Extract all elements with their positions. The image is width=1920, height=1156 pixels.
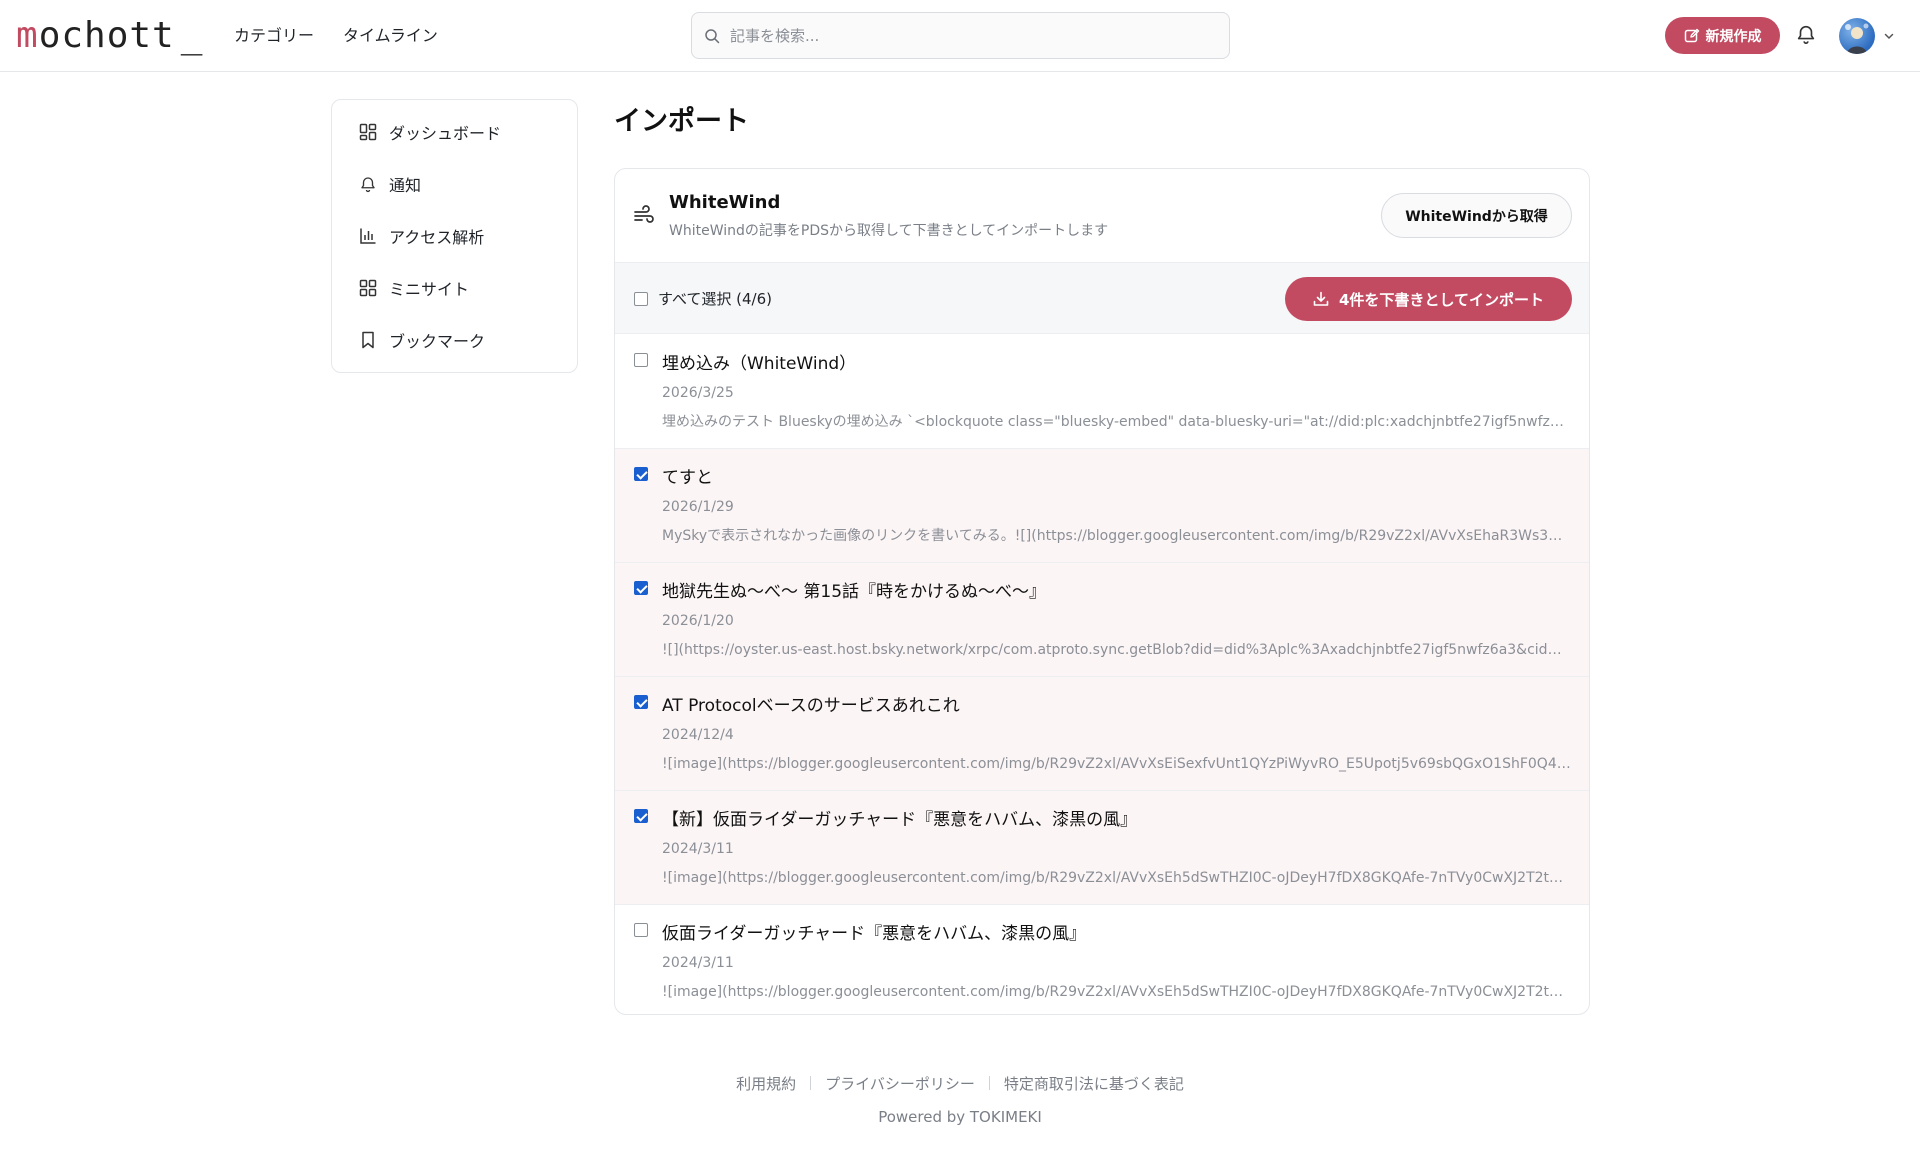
article-date: 2026/1/29 [662, 499, 734, 515]
footer-links: 利用規約 プライバシーポリシー 特定商取引法に基づく表記 [0, 1072, 1920, 1094]
source-name: WhiteWind [669, 192, 781, 213]
download-icon [1313, 291, 1329, 306]
sidebar-item-bookmarks[interactable]: ブックマーク [359, 325, 559, 355]
page-title: インポート [614, 106, 749, 137]
sidebar: ダッシュボード 通知 アクセス解析 ミニサイト ブックマーク [331, 99, 578, 373]
sidebar-item-label: 通知 [389, 176, 422, 195]
nav-timeline[interactable]: タイムライン [343, 24, 438, 48]
article-date: 2024/12/4 [662, 727, 734, 743]
article-checkbox[interactable] [634, 695, 648, 709]
footer-divider [988, 1076, 990, 1090]
article-title: 【新】仮面ライダーガッチャード『悪意をハバム、漆黒の風』 [662, 810, 1138, 830]
chevron-down-icon[interactable] [1883, 30, 1895, 42]
selection-toolbar: すべて選択 (4/6) 4件を下書きとしてインポート [615, 262, 1589, 334]
grid-icon [359, 279, 377, 297]
article-title: 埋め込み（WhiteWind） [662, 354, 857, 374]
article-excerpt: ![image](https://blogger.googleuserconte… [662, 870, 1572, 886]
sidebar-item-analytics[interactable]: アクセス解析 [359, 221, 559, 251]
bookmark-icon [362, 331, 374, 349]
bell-icon [361, 177, 375, 193]
wind-icon [634, 205, 654, 223]
article-excerpt: ![image](https://blogger.googleuserconte… [662, 984, 1572, 1000]
powered-by: Powered by TOKIMEKI [878, 1108, 1042, 1126]
user-avatar[interactable] [1839, 18, 1875, 54]
sidebar-item-label: アクセス解析 [389, 228, 485, 247]
new-post-button[interactable]: 新規作成 [1665, 17, 1780, 54]
import-button-label: 4件を下書きとしてインポート [1339, 290, 1544, 309]
sidebar-item-label: ダッシュボード [389, 124, 502, 143]
article-excerpt: 埋め込みのテスト Blueskyの埋め込み `<blockquote class… [662, 414, 1572, 430]
sidebar-item-dashboard[interactable]: ダッシュボード [359, 117, 559, 147]
article-checkbox[interactable] [634, 923, 648, 937]
new-post-label: 新規作成 [1705, 28, 1762, 45]
footer-divider [810, 1076, 812, 1090]
article-row[interactable]: 仮面ライダーガッチャード『悪意をハバム、漆黒の風』 2024/3/11 ![im… [615, 905, 1589, 1014]
sidebar-item-label: ブックマーク [389, 332, 486, 351]
search-icon [705, 29, 720, 44]
article-title: 仮面ライダーガッチャード『悪意をハバム、漆黒の風』 [662, 924, 1087, 944]
select-all-checkbox[interactable] [634, 292, 648, 306]
article-checkbox[interactable] [634, 353, 648, 367]
article-excerpt: ![](https://oyster.us-east.host.bsky.net… [662, 642, 1572, 658]
select-all-label[interactable]: すべて選択 (4/6) [658, 288, 772, 310]
article-row[interactable]: 埋め込み（WhiteWind） 2026/3/25 埋め込みのテスト Blues… [615, 335, 1589, 449]
top-header: mochott_ カテゴリー タイムライン 新規作成 [0, 0, 1920, 72]
article-excerpt: MySkyで表示されなかった画像のリンクを書いてみる。![](https://b… [662, 528, 1563, 544]
site-logo[interactable]: mochott _ [16, 14, 203, 58]
search-box [691, 12, 1230, 59]
bell-icon [1797, 25, 1815, 44]
article-row[interactable]: 地獄先生ぬ〜べ〜 第15話『時をかけるぬ〜べ〜』 2026/1/20 ![](h… [615, 563, 1589, 677]
article-date: 2026/3/25 [662, 385, 734, 401]
import-card: WhiteWind WhiteWindの記事をPDSから取得して下書きとしてイン… [614, 168, 1590, 1015]
footer-link-terms[interactable]: 利用規約 [736, 1073, 796, 1094]
article-excerpt: ![image](https://blogger.googleuserconte… [662, 756, 1572, 772]
source-description: WhiteWindの記事をPDSから取得して下書きとしてインポートします [669, 223, 1109, 239]
article-title: てすと [662, 468, 713, 488]
article-title: AT Protocolベースのサービスあれこれ [662, 696, 960, 716]
sidebar-item-minisite[interactable]: ミニサイト [359, 273, 559, 303]
footer-link-privacy[interactable]: プライバシーポリシー [825, 1073, 975, 1094]
sidebar-item-label: ミニサイト [389, 280, 470, 299]
article-checkbox[interactable] [634, 809, 648, 823]
article-row[interactable]: 【新】仮面ライダーガッチャード『悪意をハバム、漆黒の風』 2024/3/11 !… [615, 791, 1589, 905]
article-checkbox[interactable] [634, 581, 648, 595]
article-title: 地獄先生ぬ〜べ〜 第15話『時をかけるぬ〜べ〜』 [662, 582, 1047, 602]
article-date: 2026/1/20 [662, 613, 734, 629]
fetch-button[interactable]: WhiteWindから取得 [1381, 193, 1572, 238]
dashboard-icon [359, 123, 377, 141]
search-input[interactable] [730, 13, 1210, 58]
article-date: 2024/3/11 [662, 841, 734, 857]
article-checkbox[interactable] [634, 467, 648, 481]
import-button[interactable]: 4件を下書きとしてインポート [1285, 277, 1572, 321]
sidebar-item-notifications[interactable]: 通知 [359, 169, 559, 199]
footer-link-commerce[interactable]: 特定商取引法に基づく表記 [1004, 1073, 1184, 1094]
article-row[interactable]: てすと 2026/1/29 MySkyで表示されなかった画像のリンクを書いてみる… [615, 449, 1589, 563]
bar-chart-icon [360, 228, 376, 244]
notifications-button[interactable] [1795, 23, 1819, 47]
avatar-image [1845, 23, 1869, 54]
edit-icon [1684, 28, 1699, 42]
article-row[interactable]: AT Protocolベースのサービスあれこれ 2024/12/4 ![imag… [615, 677, 1589, 791]
source-header: WhiteWind WhiteWindの記事をPDSから取得して下書きとしてイン… [615, 169, 1589, 262]
nav-categories[interactable]: カテゴリー [234, 24, 314, 48]
article-date: 2024/3/11 [662, 955, 734, 971]
